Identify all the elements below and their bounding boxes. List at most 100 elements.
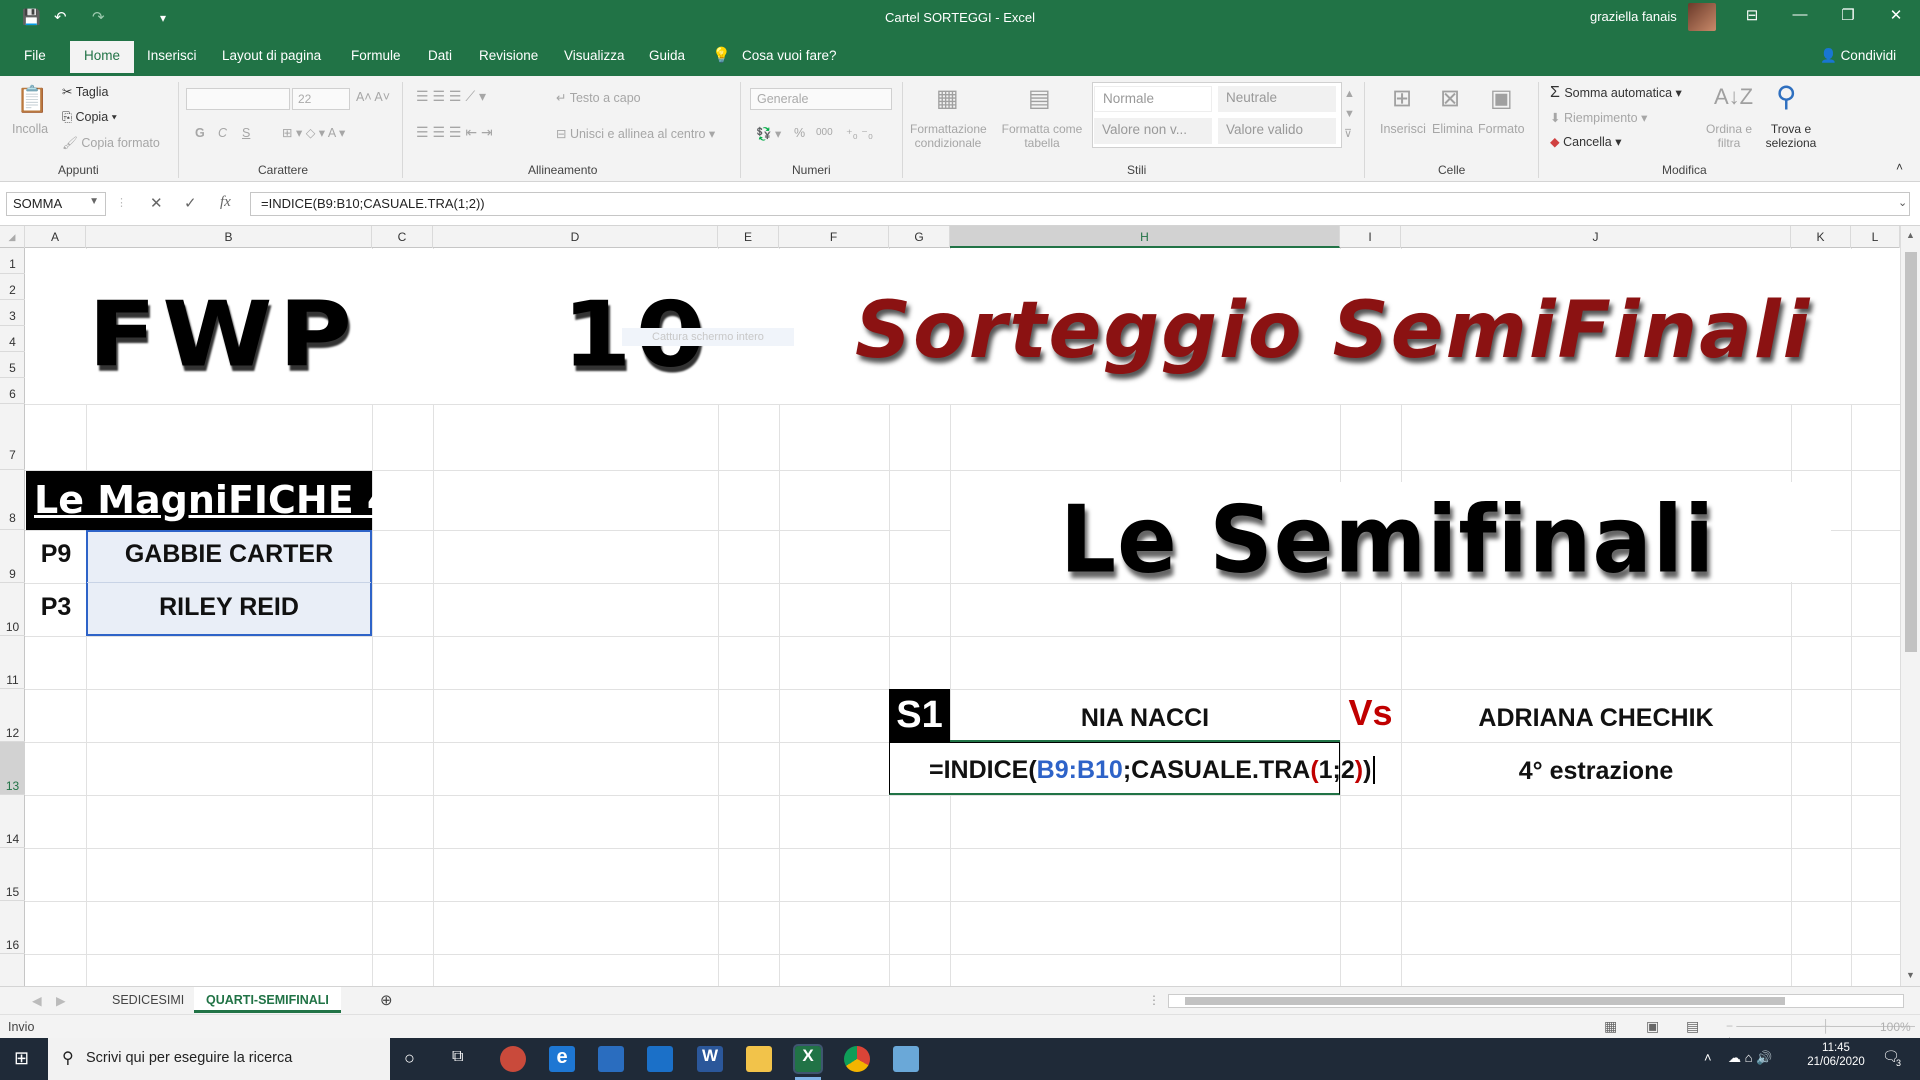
split-handle-icon[interactable]: ⋮ (1148, 993, 1160, 1007)
currency-icon[interactable]: 💱 ▾ (756, 126, 781, 142)
taskbar-search[interactable]: ⚲ Scrivi qui per eseguire la ricerca (48, 1038, 390, 1080)
column-header-d[interactable]: D (433, 226, 718, 248)
row-header-10[interactable]: 10 (0, 583, 25, 636)
column-header-i[interactable]: I (1340, 226, 1401, 248)
column-header-h[interactable]: H (950, 226, 1340, 248)
font-size-dropdown[interactable]: 22 (292, 88, 350, 110)
name-box[interactable]: SOMMA ▼ (6, 192, 106, 216)
bold-button[interactable]: G (195, 126, 205, 140)
insert-cells-button[interactable]: Inserisci (1380, 122, 1426, 136)
column-header-f[interactable]: F (779, 226, 889, 248)
cell-j13[interactable]: 4° estrazione (1401, 757, 1791, 786)
cell-a9[interactable]: P9 (26, 540, 86, 569)
horizontal-scrollbar[interactable] (1168, 994, 1904, 1008)
insert-function-icon[interactable]: fx (220, 194, 231, 211)
tab-file[interactable]: File (24, 48, 46, 63)
app-icon-1[interactable] (500, 1046, 526, 1072)
align-left-icon[interactable]: ☰ ☰ ☰ ⇤ ⇥ (416, 124, 493, 141)
cell-a10[interactable]: P3 (26, 593, 86, 622)
sorteggio-semifinali-title[interactable]: Sorteggio SemiFinali (855, 286, 1811, 376)
paste-button[interactable]: Incolla (12, 122, 48, 136)
restore-button[interactable]: ❐ (1833, 6, 1863, 24)
row-header-11[interactable]: 11 (0, 636, 25, 689)
row-header-5[interactable]: 5 (0, 352, 25, 378)
row-header-2[interactable]: 2 (0, 274, 25, 300)
enter-icon[interactable]: ✓ (184, 194, 197, 212)
collapse-ribbon-icon[interactable]: ˄ (1896, 160, 1903, 174)
row-header-16[interactable]: 16 (0, 901, 25, 954)
row-header-7[interactable]: 7 (0, 404, 25, 470)
format-painter-button[interactable]: 🖌 Copia formato (62, 136, 160, 151)
cell-b9[interactable]: GABBIE CARTER (86, 540, 372, 569)
font-name-dropdown[interactable] (186, 88, 290, 110)
delete-cells-button[interactable]: Elimina (1432, 122, 1473, 136)
column-header-b[interactable]: B (86, 226, 372, 248)
cortana-icon[interactable]: ○ (404, 1048, 415, 1069)
conditional-formatting-button[interactable]: Formattazione condizionale (910, 122, 987, 150)
cell-i12[interactable]: Vs (1340, 692, 1401, 734)
column-header-e[interactable]: E (718, 226, 779, 248)
horizontal-scroll-thumb[interactable] (1185, 997, 1785, 1005)
le-semifinali-title[interactable]: Le Semifinali (1060, 485, 1715, 593)
tray-chevron-icon[interactable]: ˄ (1704, 1050, 1712, 1065)
add-sheet-icon[interactable]: ⊕ (368, 989, 405, 1011)
app-icon-2[interactable] (893, 1046, 919, 1072)
decimal-icon[interactable]: ⁺₀ ⁻₀ (846, 126, 873, 141)
excel-icon[interactable]: X (793, 1044, 823, 1074)
italic-button[interactable]: C (218, 126, 227, 140)
row-header-3[interactable]: 3 (0, 300, 25, 326)
row-header-13[interactable]: 13 (0, 742, 25, 795)
format-as-table-button[interactable]: Formatta come tabella (996, 122, 1088, 150)
row-header-14[interactable]: 14 (0, 795, 25, 848)
share-button[interactable]: 👤 Condividi (1820, 48, 1896, 64)
tell-me-search[interactable]: Cosa vuoi fare? (742, 48, 837, 63)
tab-inserisci[interactable]: Inserisci (147, 48, 197, 63)
column-header-k[interactable]: K (1791, 226, 1851, 248)
tab-layout[interactable]: Layout di pagina (222, 48, 321, 63)
row-header-12[interactable]: 12 (0, 689, 25, 742)
taskbar-clock[interactable]: 11:45 21/06/2020 (1800, 1042, 1872, 1068)
column-header-j[interactable]: J (1401, 226, 1791, 248)
column-header-g[interactable]: G (889, 226, 950, 248)
row-header-1[interactable]: 1 (0, 248, 25, 274)
scroll-down-icon[interactable]: ▼ (1906, 970, 1915, 980)
minimize-button[interactable]: — (1785, 6, 1815, 23)
expand-formula-bar-icon[interactable]: ⌄ (1898, 196, 1907, 209)
column-header-c[interactable]: C (372, 226, 433, 248)
next-sheet-icon[interactable]: ▶ (44, 991, 78, 1010)
close-button[interactable]: ✕ (1881, 6, 1911, 24)
task-view-icon[interactable]: ⧉ (452, 1048, 463, 1066)
tab-revisione[interactable]: Revisione (479, 48, 538, 63)
style-valore-valido[interactable]: Valore valido (1218, 118, 1336, 144)
windows-start-icon[interactable]: ⊞ (14, 1048, 29, 1069)
percent-button[interactable]: % (794, 126, 805, 140)
thousands-button[interactable]: 000 (816, 127, 833, 138)
row-header-8[interactable]: 8 (0, 470, 25, 530)
row-header-9[interactable]: 9 (0, 530, 25, 583)
tab-guida[interactable]: Guida (649, 48, 685, 63)
avatar[interactable] (1688, 3, 1716, 31)
row-header-6[interactable]: 6 (0, 378, 25, 404)
sheet-tab-quarti-semifinali[interactable]: QUARTI-SEMIFINALI (194, 987, 341, 1013)
row-header-4[interactable]: 4 (0, 326, 25, 352)
column-header-l[interactable]: L (1851, 226, 1900, 248)
sort-filter-button[interactable]: Ordina e filtra (1704, 122, 1754, 150)
normal-view-icon[interactable]: ▦ (1604, 1018, 1617, 1035)
tab-visualizza[interactable]: Visualizza (564, 48, 625, 63)
vertical-scrollbar[interactable]: ▲ ▼ (1900, 226, 1920, 986)
cell-h13-editor[interactable]: =INDICE(B9:B10;CASUALE.TRA(1;2)) (929, 756, 1376, 785)
network-icon[interactable]: ☁ ⌂ 🔊 (1728, 1050, 1772, 1066)
style-neutrale[interactable]: Neutrale (1218, 86, 1336, 112)
zoom-level[interactable]: 100% (1880, 1020, 1911, 1034)
number-format-dropdown[interactable]: Generale (750, 88, 892, 110)
paste-icon[interactable]: 📋 (16, 84, 48, 115)
cell-h12[interactable]: NIA NACCI (950, 704, 1340, 733)
find-select-button[interactable]: Trova e seleziona (1756, 122, 1826, 150)
tab-formule[interactable]: Formule (351, 48, 401, 63)
tab-dati[interactable]: Dati (428, 48, 452, 63)
styles-scroll-icon[interactable]: ▲ ▼ ⊽ (1344, 84, 1355, 144)
vertical-scroll-thumb[interactable] (1905, 252, 1917, 652)
style-valore-non-valido[interactable]: Valore non v... (1094, 118, 1212, 144)
wrap-text-button[interactable]: ↵ Testo a capo (556, 90, 641, 105)
chrome-icon[interactable] (844, 1046, 870, 1072)
